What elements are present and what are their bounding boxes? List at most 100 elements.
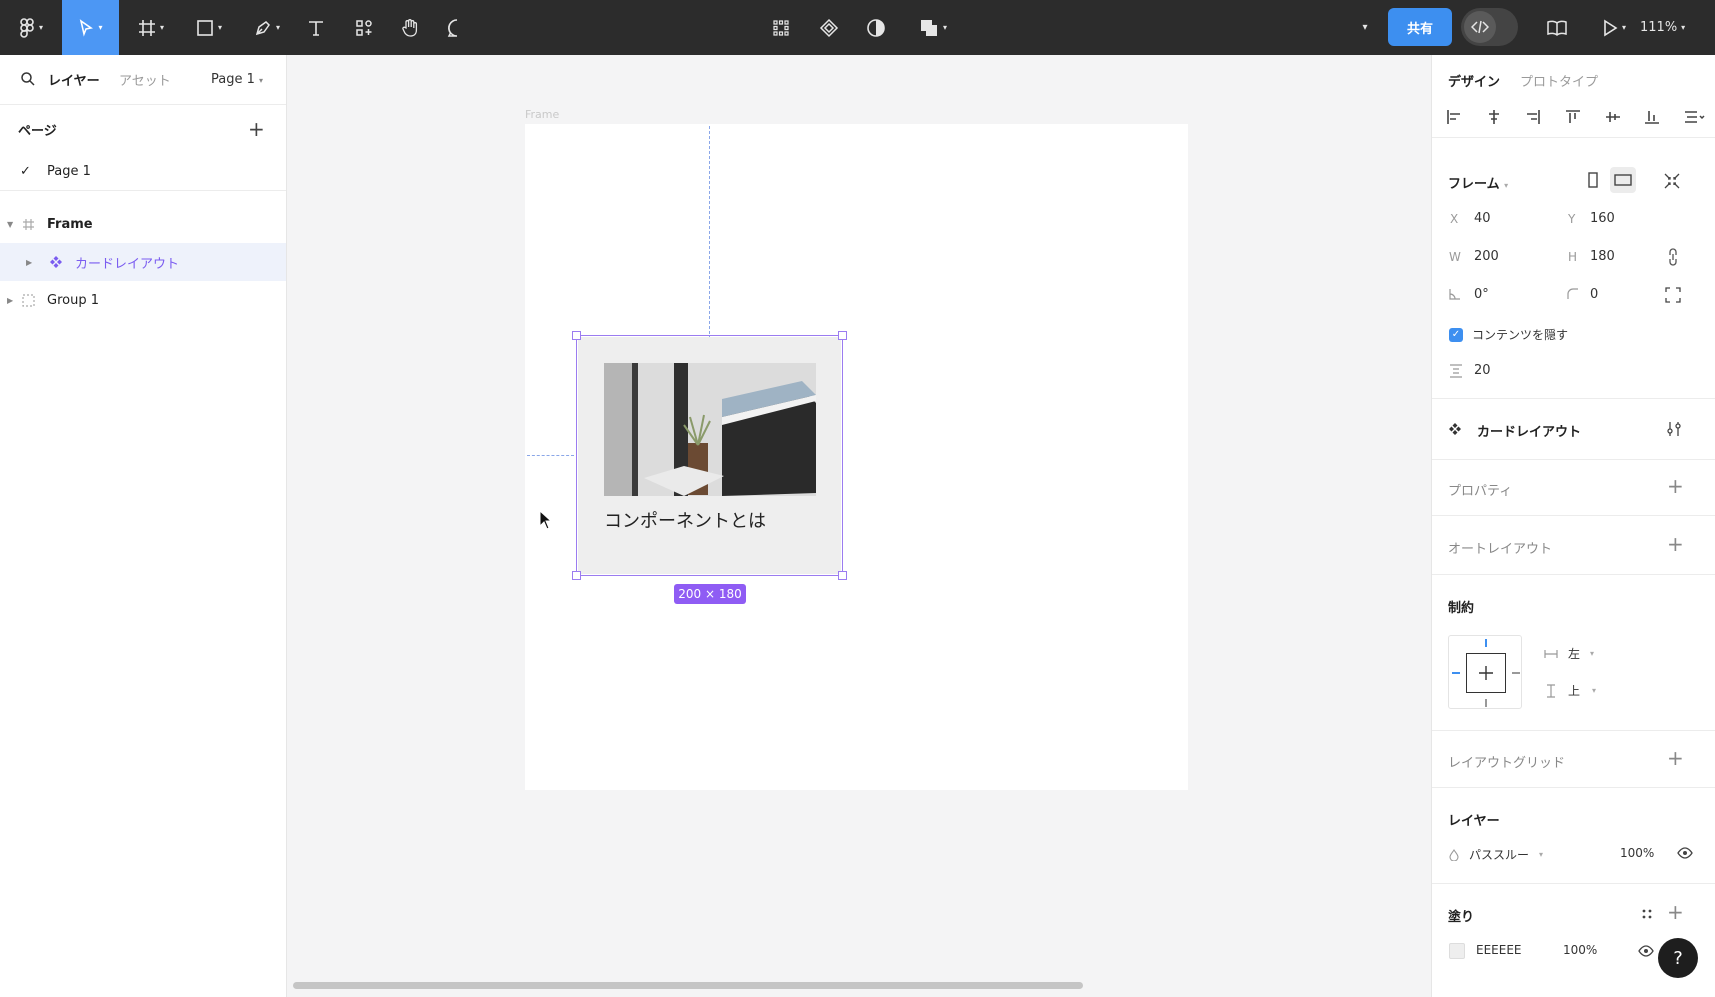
x-input[interactable]: 40 — [1474, 211, 1491, 226]
chevron-down-icon: ▾ — [259, 76, 264, 85]
create-component-button[interactable] — [816, 0, 842, 55]
add-property-icon[interactable]: + — [1667, 476, 1684, 496]
add-auto-layout-icon[interactable]: + — [1667, 534, 1684, 554]
clip-content-checkbox[interactable]: ✓ — [1449, 327, 1463, 342]
design-canvas[interactable]: Frame コンポーネントとは 200 × 180 — [287, 55, 1431, 997]
chevron-right-icon[interactable]: ▶ — [7, 296, 13, 305]
fill-opacity-input[interactable]: 100% — [1563, 943, 1597, 957]
text-tool-button[interactable] — [302, 0, 330, 55]
resize-handle-top-right[interactable] — [838, 331, 847, 340]
layer-opacity-input[interactable]: 100% — [1620, 846, 1654, 860]
chevron-down-icon: ▾ — [1621, 23, 1626, 32]
divider — [1432, 515, 1715, 516]
layer-row-card-layout[interactable]: ▶ カードレイアウト — [0, 243, 286, 281]
align-right-icon[interactable] — [1525, 109, 1541, 125]
horizontal-constraint-dropdown[interactable]: 左 ▾ — [1544, 645, 1594, 662]
constrain-proportions-icon[interactable] — [1668, 248, 1678, 266]
y-label: Y — [1568, 212, 1576, 226]
layer-row-group[interactable]: ▶ Group 1 — [0, 281, 286, 319]
clip-content-row[interactable]: ✓ コンテンツを隠す — [1449, 326, 1568, 343]
constraint-bottom-pin[interactable] — [1485, 699, 1487, 707]
page-item-label: Page 1 — [47, 164, 91, 179]
style-grid-icon[interactable] — [1641, 908, 1653, 920]
constraint-top-pin[interactable] — [1485, 639, 1487, 647]
constraint-widget[interactable] — [1448, 635, 1522, 709]
add-layout-grid-icon[interactable]: + — [1667, 748, 1684, 768]
main-menu-button[interactable]: ▾ — [10, 0, 52, 55]
align-bottom-icon[interactable] — [1644, 109, 1660, 125]
boolean-union-icon — [920, 19, 937, 36]
chevron-right-icon[interactable]: ▶ — [26, 258, 32, 267]
search-icon[interactable] — [20, 71, 36, 87]
open-book-icon — [1547, 20, 1567, 36]
move-tool-button[interactable]: ▾ — [62, 0, 119, 55]
comment-bubble-icon — [447, 18, 458, 37]
component-grid-button[interactable] — [768, 0, 794, 55]
fill-hex-input[interactable]: EEEEEE — [1476, 943, 1522, 957]
checkmark-icon: ✓ — [20, 164, 31, 179]
h-input[interactable]: 180 — [1590, 249, 1615, 264]
library-button[interactable] — [1543, 0, 1571, 55]
page-item[interactable]: ✓ Page 1 — [0, 153, 286, 191]
blend-mode-dropdown[interactable]: パススルー ▾ — [1449, 846, 1543, 863]
instance-options-icon[interactable] — [1666, 421, 1682, 437]
multiplayer-dropdown[interactable]: ▾ — [1354, 0, 1376, 55]
frame-name-label[interactable]: Frame — [525, 108, 559, 121]
layer-label: カードレイアウト — [75, 256, 180, 272]
rotation-input[interactable]: 0° — [1474, 287, 1489, 302]
portrait-icon[interactable] — [1587, 172, 1599, 188]
align-top-icon[interactable] — [1565, 109, 1581, 125]
figma-logo-icon — [20, 17, 34, 38]
horizontal-scrollbar[interactable] — [293, 982, 1083, 989]
dev-mode-toggle[interactable] — [1461, 8, 1518, 46]
w-input[interactable]: 200 — [1474, 249, 1499, 264]
eye-icon[interactable] — [1677, 847, 1693, 859]
mask-button[interactable] — [863, 0, 889, 55]
shape-tool-button[interactable]: ▾ — [188, 0, 230, 55]
chevron-down-icon: ▾ — [159, 23, 164, 32]
zoom-dropdown[interactable]: 111% ▾ — [1640, 0, 1685, 55]
chevron-down-icon[interactable]: ▼ — [7, 220, 13, 229]
align-horizontal-center-icon[interactable] — [1486, 109, 1502, 125]
comment-tool-button[interactable] — [443, 0, 471, 55]
landscape-button[interactable] — [1610, 167, 1636, 193]
resize-handle-bottom-left[interactable] — [572, 571, 581, 580]
corner-radius-input[interactable]: 0 — [1590, 287, 1598, 302]
tab-layers[interactable]: レイヤー — [48, 70, 100, 89]
align-vertical-center-icon[interactable] — [1605, 109, 1621, 125]
resize-to-fit-icon[interactable] — [1664, 173, 1680, 189]
independent-corners-icon[interactable] — [1665, 287, 1681, 303]
constraint-left-pin[interactable] — [1452, 672, 1460, 674]
present-button[interactable]: ▾ — [1594, 0, 1634, 55]
add-fill-icon[interactable]: + — [1667, 902, 1684, 922]
frame-section-title[interactable]: フレーム ▾ — [1448, 173, 1508, 192]
share-button[interactable]: 共有 — [1388, 8, 1452, 46]
spacing-input[interactable]: 20 — [1474, 363, 1491, 378]
constraint-right-pin[interactable] — [1512, 672, 1520, 674]
resize-handle-bottom-right[interactable] — [838, 571, 847, 580]
tab-assets[interactable]: アセット — [119, 70, 171, 89]
align-left-icon[interactable] — [1446, 109, 1462, 125]
zoom-level: 111% — [1640, 20, 1678, 35]
resources-tool-button[interactable] — [350, 0, 378, 55]
pen-tool-button[interactable]: ▾ — [246, 0, 288, 55]
tab-design[interactable]: デザイン — [1448, 71, 1500, 90]
layer-row-frame[interactable]: ▼ Frame — [0, 205, 286, 243]
frame-tool-button[interactable]: ▾ — [130, 0, 172, 55]
boolean-operations-button[interactable]: ▾ — [912, 0, 954, 55]
hand-tool-button[interactable] — [396, 0, 424, 55]
frame-hash-icon — [138, 19, 155, 36]
page-selector[interactable]: Page 1 ▾ — [211, 72, 263, 87]
distribute-icon[interactable] — [1684, 109, 1706, 125]
component-name[interactable]: カードレイアウト — [1477, 421, 1581, 440]
y-input[interactable]: 160 — [1590, 211, 1615, 226]
divider — [1432, 137, 1715, 138]
tab-prototype[interactable]: プロトタイプ — [1520, 71, 1598, 90]
eye-icon[interactable] — [1638, 945, 1654, 957]
fill-color-swatch[interactable] — [1449, 943, 1465, 959]
chevron-down-icon: ▾ — [1681, 23, 1686, 32]
add-page-icon[interactable]: + — [248, 119, 265, 139]
resize-handle-top-left[interactable] — [572, 331, 581, 340]
help-button[interactable]: ? — [1658, 938, 1698, 978]
vertical-constraint-dropdown[interactable]: 上 ▾ — [1546, 682, 1596, 699]
